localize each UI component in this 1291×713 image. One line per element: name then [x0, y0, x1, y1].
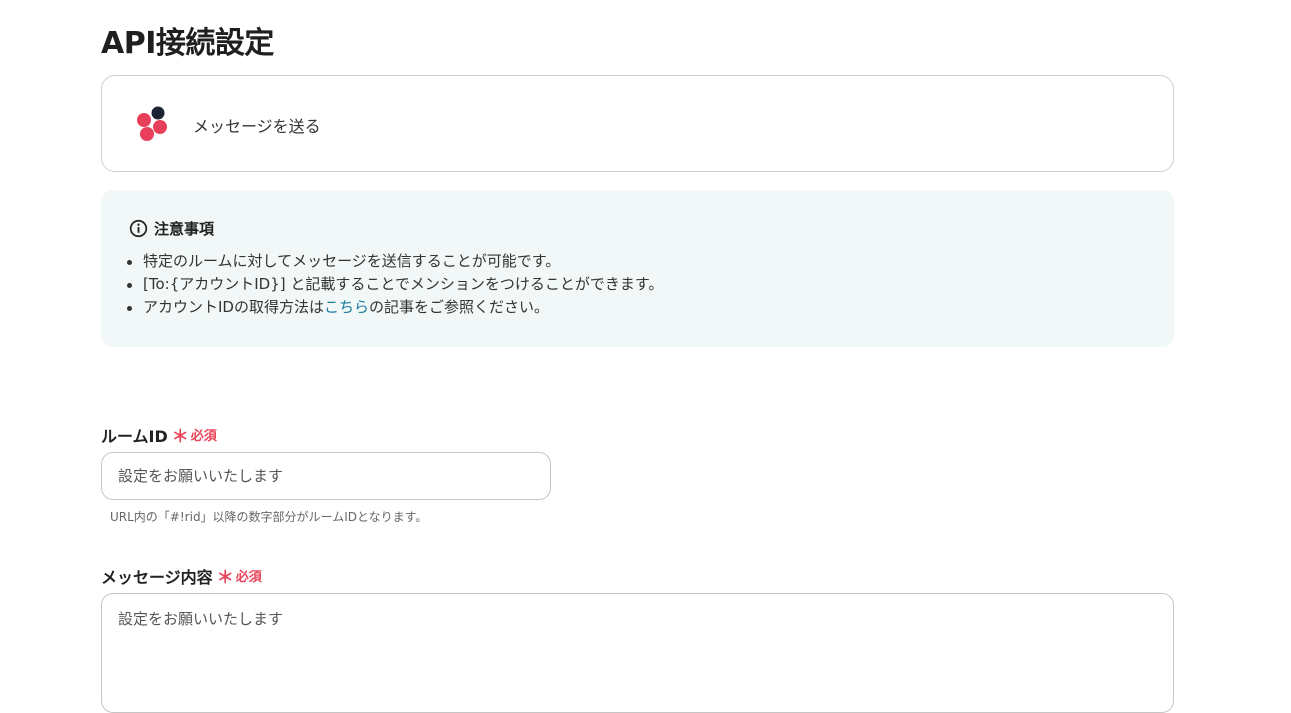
message-label: メッセージ内容 ＊ 必須 [101, 563, 262, 589]
action-label: メッセージを送る [193, 117, 321, 136]
required-asterisk-icon: ＊ [216, 568, 234, 588]
action-card[interactable]: メッセージを送る [101, 75, 1174, 172]
room-id-label: ルームID ＊ 必須 [101, 422, 217, 448]
required-badge: ＊ 必須 [217, 563, 262, 588]
notice-item: [To:{アカウントID}] と記載することでメンションをつけることができます。 [126, 273, 663, 296]
notice-box: 注意事項 特定のルームに対してメッセージを送信することが可能です。 [To:{ア… [101, 190, 1174, 347]
help-article-link[interactable]: こちら [324, 298, 369, 316]
notice-list: 特定のルームに対してメッセージを送信することが可能です。 [To:{アカウントI… [126, 250, 663, 319]
notice-item: アカウントIDの取得方法はこちらの記事をご参照ください。 [126, 296, 663, 319]
required-text: 必須 [190, 429, 217, 444]
info-circle-icon [129, 219, 148, 237]
message-label-text: メッセージ内容 [101, 567, 213, 587]
notice-item-text: アカウントIDの取得方法は [143, 298, 324, 316]
page-title: API接続設定 [101, 26, 274, 61]
notice-header: 注意事項 [129, 218, 214, 238]
room-id-label-text: ルームID [101, 426, 168, 446]
required-text: 必須 [235, 570, 262, 585]
room-id-hint: URL内の「#!rid」以降の数字部分がルームIDとなります。 [110, 510, 428, 524]
chatwork-logo-icon [137, 106, 167, 141]
message-textarea[interactable] [101, 593, 1174, 713]
notice-item-text: の記事をご参照ください。 [369, 298, 550, 316]
notice-item: 特定のルームに対してメッセージを送信することが可能です。 [126, 250, 663, 273]
room-id-input[interactable] [101, 452, 551, 500]
notice-title: 注意事項 [154, 219, 215, 238]
required-badge: ＊ 必須 [172, 422, 217, 447]
required-asterisk-icon: ＊ [171, 427, 189, 447]
